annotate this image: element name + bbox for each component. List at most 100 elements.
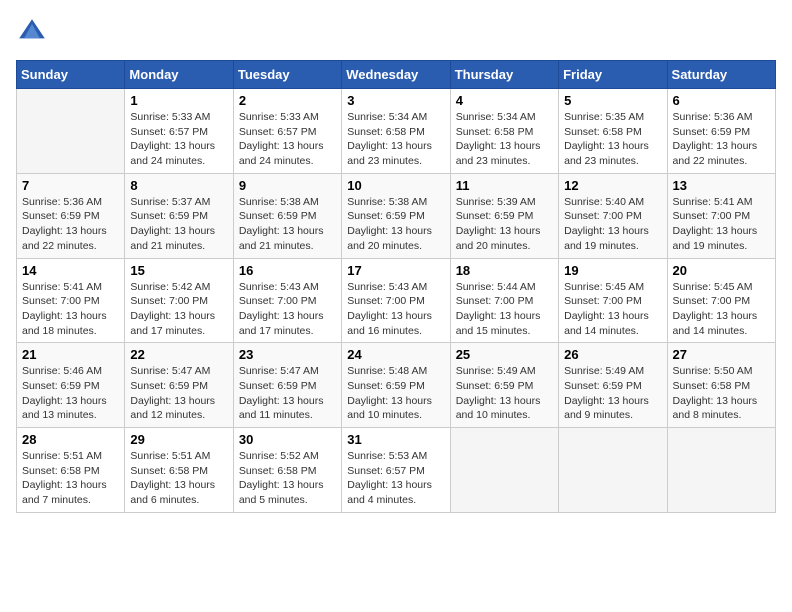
day-info: Sunrise: 5:44 AMSunset: 7:00 PMDaylight:… <box>456 280 553 339</box>
calendar-cell: 17 Sunrise: 5:43 AMSunset: 7:00 PMDayligh… <box>342 258 450 343</box>
calendar-week-row: 14 Sunrise: 5:41 AMSunset: 7:00 PMDayligh… <box>17 258 776 343</box>
day-number: 4 <box>456 93 553 108</box>
calendar-cell: 20 Sunrise: 5:45 AMSunset: 7:00 PMDayligh… <box>667 258 775 343</box>
day-info: Sunrise: 5:33 AMSunset: 6:57 PMDaylight:… <box>130 110 227 169</box>
calendar-week-row: 1Sunrise: 5:33 AMSunset: 6:57 PMDaylight… <box>17 89 776 174</box>
calendar-cell: 29Sunrise: 5:51 AMSunset: 6:58 PMDayligh… <box>125 428 233 513</box>
page-header <box>16 16 776 48</box>
calendar-cell <box>667 428 775 513</box>
day-number: 13 <box>673 178 770 193</box>
day-number: 8 <box>130 178 227 193</box>
day-info: Sunrise: 5:48 AMSunset: 6:59 PMDaylight:… <box>347 364 444 423</box>
day-info: Sunrise: 5:41 AMSunset: 7:00 PMDaylight:… <box>22 280 119 339</box>
day-number: 16 <box>239 263 336 278</box>
day-info: Sunrise: 5:43 AMSunset: 7:00 PMDaylight:… <box>347 280 444 339</box>
calendar-cell: 21 Sunrise: 5:46 AMSunset: 6:59 PMDayligh… <box>17 343 125 428</box>
day-info: Sunrise: 5:38 AMSunset: 6:59 PMDaylight:… <box>239 195 336 254</box>
calendar-header-row: SundayMondayTuesdayWednesdayThursdayFrid… <box>17 61 776 89</box>
day-info: Sunrise: 5:37 AMSunset: 6:59 PMDaylight:… <box>130 195 227 254</box>
calendar-cell: 27Sunrise: 5:50 AMSunset: 6:58 PMDayligh… <box>667 343 775 428</box>
calendar-cell <box>450 428 558 513</box>
calendar-week-row: 28 Sunrise: 5:51 AMSunset: 6:58 PMDayligh… <box>17 428 776 513</box>
day-number: 26 <box>564 347 661 362</box>
day-number: 18 <box>456 263 553 278</box>
day-info: Sunrise: 5:34 AMSunset: 6:58 PMDaylight:… <box>456 110 553 169</box>
day-header-tuesday: Tuesday <box>233 61 341 89</box>
day-number: 23 <box>239 347 336 362</box>
day-number: 15 <box>130 263 227 278</box>
day-header-thursday: Thursday <box>450 61 558 89</box>
calendar-cell: 13 Sunrise: 5:41 AMSunset: 7:00 PMDayligh… <box>667 173 775 258</box>
day-number: 2 <box>239 93 336 108</box>
day-number: 31 <box>347 432 444 447</box>
day-header-monday: Monday <box>125 61 233 89</box>
day-number: 19 <box>564 263 661 278</box>
calendar-cell <box>17 89 125 174</box>
day-number: 10 <box>347 178 444 193</box>
calendar-cell <box>559 428 667 513</box>
calendar-week-row: 21 Sunrise: 5:46 AMSunset: 6:59 PMDayligh… <box>17 343 776 428</box>
day-info: Sunrise: 5:41 AMSunset: 7:00 PMDaylight:… <box>673 195 770 254</box>
day-number: 14 <box>22 263 119 278</box>
calendar-table: SundayMondayTuesdayWednesdayThursdayFrid… <box>16 60 776 513</box>
day-info: Sunrise: 5:47 AMSunset: 6:59 PMDaylight:… <box>239 364 336 423</box>
day-info: Sunrise: 5:36 AMSunset: 6:59 PMDaylight:… <box>22 195 119 254</box>
day-info: Sunrise: 5:51 AMSunset: 6:58 PMDaylight:… <box>22 449 119 508</box>
calendar-cell: 3 Sunrise: 5:34 AMSunset: 6:58 PMDaylight… <box>342 89 450 174</box>
calendar-cell: 9 Sunrise: 5:38 AMSunset: 6:59 PMDaylight… <box>233 173 341 258</box>
day-info: Sunrise: 5:45 AMSunset: 7:00 PMDaylight:… <box>673 280 770 339</box>
calendar-cell: 8 Sunrise: 5:37 AMSunset: 6:59 PMDaylight… <box>125 173 233 258</box>
day-info: Sunrise: 5:33 AMSunset: 6:57 PMDaylight:… <box>239 110 336 169</box>
calendar-cell: 16 Sunrise: 5:43 AMSunset: 7:00 PMDayligh… <box>233 258 341 343</box>
calendar-cell: 15 Sunrise: 5:42 AMSunset: 7:00 PMDayligh… <box>125 258 233 343</box>
calendar-cell: 19 Sunrise: 5:45 AMSunset: 7:00 PMDayligh… <box>559 258 667 343</box>
calendar-cell: 22Sunrise: 5:47 AMSunset: 6:59 PMDayligh… <box>125 343 233 428</box>
day-number: 9 <box>239 178 336 193</box>
calendar-cell: 10 Sunrise: 5:38 AMSunset: 6:59 PMDayligh… <box>342 173 450 258</box>
calendar-cell: 25Sunrise: 5:49 AMSunset: 6:59 PMDayligh… <box>450 343 558 428</box>
day-number: 20 <box>673 263 770 278</box>
day-number: 5 <box>564 93 661 108</box>
day-info: Sunrise: 5:46 AMSunset: 6:59 PMDaylight:… <box>22 364 119 423</box>
day-number: 6 <box>673 93 770 108</box>
calendar-cell: 5 Sunrise: 5:35 AMSunset: 6:58 PMDaylight… <box>559 89 667 174</box>
day-info: Sunrise: 5:38 AMSunset: 6:59 PMDaylight:… <box>347 195 444 254</box>
calendar-cell: 7 Sunrise: 5:36 AMSunset: 6:59 PMDaylight… <box>17 173 125 258</box>
calendar-cell: 11 Sunrise: 5:39 AMSunset: 6:59 PMDayligh… <box>450 173 558 258</box>
day-info: Sunrise: 5:51 AMSunset: 6:58 PMDaylight:… <box>130 449 227 508</box>
calendar-cell: 4 Sunrise: 5:34 AMSunset: 6:58 PMDaylight… <box>450 89 558 174</box>
day-header-wednesday: Wednesday <box>342 61 450 89</box>
day-info: Sunrise: 5:36 AMSunset: 6:59 PMDaylight:… <box>673 110 770 169</box>
day-info: Sunrise: 5:53 AMSunset: 6:57 PMDaylight:… <box>347 449 444 508</box>
day-info: Sunrise: 5:35 AMSunset: 6:58 PMDaylight:… <box>564 110 661 169</box>
day-number: 17 <box>347 263 444 278</box>
day-info: Sunrise: 5:45 AMSunset: 7:00 PMDaylight:… <box>564 280 661 339</box>
calendar-cell: 30 Sunrise: 5:52 AMSunset: 6:58 PMDayligh… <box>233 428 341 513</box>
day-info: Sunrise: 5:50 AMSunset: 6:58 PMDaylight:… <box>673 364 770 423</box>
calendar-cell: 6 Sunrise: 5:36 AMSunset: 6:59 PMDaylight… <box>667 89 775 174</box>
day-info: Sunrise: 5:39 AMSunset: 6:59 PMDaylight:… <box>456 195 553 254</box>
day-header-saturday: Saturday <box>667 61 775 89</box>
calendar-cell: 24 Sunrise: 5:48 AMSunset: 6:59 PMDayligh… <box>342 343 450 428</box>
day-number: 21 <box>22 347 119 362</box>
day-number: 28 <box>22 432 119 447</box>
day-info: Sunrise: 5:42 AMSunset: 7:00 PMDaylight:… <box>130 280 227 339</box>
calendar-cell: 2 Sunrise: 5:33 AMSunset: 6:57 PMDaylight… <box>233 89 341 174</box>
day-number: 11 <box>456 178 553 193</box>
day-info: Sunrise: 5:52 AMSunset: 6:58 PMDaylight:… <box>239 449 336 508</box>
logo-icon <box>16 16 48 48</box>
day-header-friday: Friday <box>559 61 667 89</box>
day-info: Sunrise: 5:34 AMSunset: 6:58 PMDaylight:… <box>347 110 444 169</box>
calendar-cell: 14 Sunrise: 5:41 AMSunset: 7:00 PMDayligh… <box>17 258 125 343</box>
day-info: Sunrise: 5:40 AMSunset: 7:00 PMDaylight:… <box>564 195 661 254</box>
calendar-cell: 26Sunrise: 5:49 AMSunset: 6:59 PMDayligh… <box>559 343 667 428</box>
day-number: 7 <box>22 178 119 193</box>
logo <box>16 16 52 48</box>
day-number: 24 <box>347 347 444 362</box>
day-number: 30 <box>239 432 336 447</box>
day-number: 3 <box>347 93 444 108</box>
day-info: Sunrise: 5:43 AMSunset: 7:00 PMDaylight:… <box>239 280 336 339</box>
calendar-week-row: 7 Sunrise: 5:36 AMSunset: 6:59 PMDaylight… <box>17 173 776 258</box>
day-number: 12 <box>564 178 661 193</box>
calendar-cell: 28 Sunrise: 5:51 AMSunset: 6:58 PMDayligh… <box>17 428 125 513</box>
